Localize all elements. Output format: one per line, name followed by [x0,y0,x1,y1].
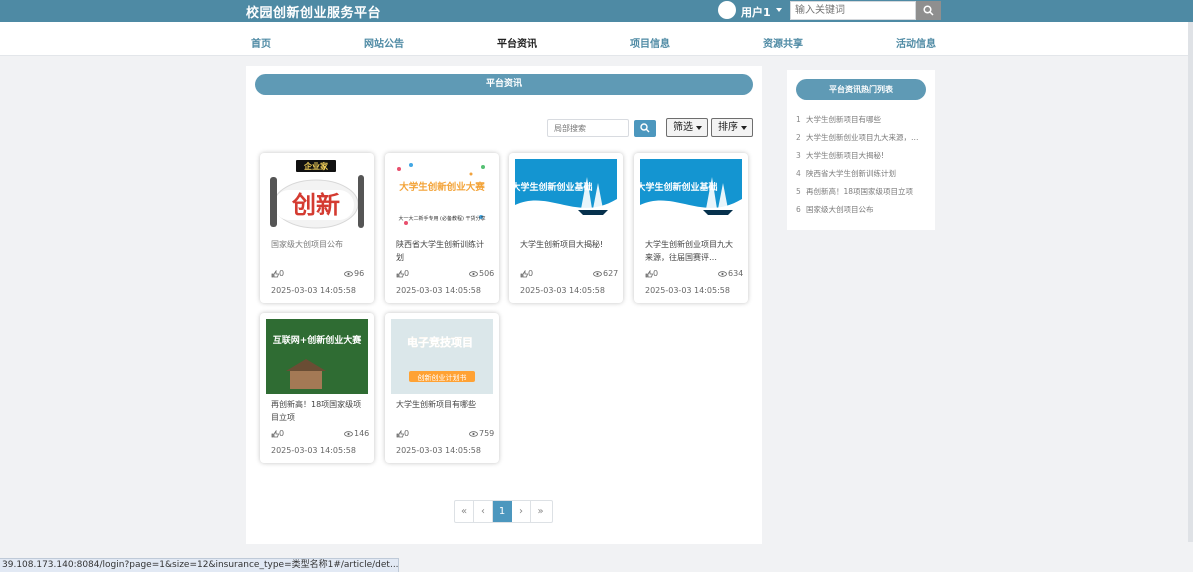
chevron-down-icon [696,126,702,130]
card-image-text: 大学生创新创业基础 [515,181,593,193]
card-image-caption: 创新创业计划书 [418,373,467,382]
news-card-date: 2025-03-03 14:05:58 [396,446,481,455]
pagination: « ‹ 1 › » [454,500,553,523]
chevron-down-icon [741,126,747,130]
nav-home[interactable]: 首页 [251,35,271,50]
news-card[interactable]: 大学生创新创业大赛 大一大二新手专用 (必备教程) 干货分享 陕西省大学生创新训… [385,153,499,303]
news-card[interactable]: 大学生创新创业基础 大学生创新项目大揭秘! 0 627 2025-03-03 1… [509,153,623,303]
hot-news-item[interactable]: 2大学生创新创业项目九大来源，往届国赛评… [796,132,922,146]
hot-news-item[interactable]: 4 陕西省大学生创新训练计划 [796,168,922,182]
filter-dropdown[interactable]: 筛选 [666,118,708,137]
news-list-panel: 平台资讯 筛选 排序 企业家 创新 国家级大创项目公布 0 [246,66,762,544]
user-menu-caret-icon[interactable] [776,8,782,12]
thumbs-up-icon[interactable] [520,270,528,278]
search-icon [923,5,934,16]
search-icon [640,123,650,133]
card-image-caption: 大一大二新手专用 (必备教程) 干货分享 [398,215,485,222]
news-card[interactable]: 企业家 创新 国家级大创项目公布 0 96 2025-03-03 14:05:5… [260,153,374,303]
news-card[interactable]: 电子竞技项目 创新创业计划书 大学生创新项目有哪些 0 759 2025-03-… [385,313,499,463]
view-count: 146 [354,429,370,438]
hot-news-sidebar: 平台资讯热门列表 1大学生创新项目有哪些 2大学生创新创业项目九大来源，往届国赛… [787,70,935,230]
news-card-date: 2025-03-03 14:05:58 [271,286,356,295]
view-count: 96 [354,269,365,278]
news-card[interactable]: 互联网+创新创业大赛 再创新高！18项国家级项目立项 0 146 2025-03… [260,313,374,463]
news-card-date: 2025-03-03 14:05:58 [271,446,356,455]
global-search-button[interactable] [916,1,941,20]
pagination-next[interactable]: › [512,501,531,522]
filter-label: 筛选 [673,122,693,133]
eye-icon [344,431,353,437]
local-search-button[interactable] [634,120,656,137]
hot-news-item[interactable]: 6 国家级大创项目公布 [796,204,922,218]
news-card-image: 大学生创新创业基础 [515,159,617,234]
hot-news-title: 平台资讯热门列表 [796,79,926,100]
news-card-date: 2025-03-03 14:05:58 [396,286,481,295]
card-image-badge: 企业家 [303,161,329,171]
news-card-date: 2025-03-03 14:05:58 [520,286,605,295]
eye-icon [593,271,602,277]
section-title: 平台资讯 [255,74,753,95]
news-card-image: 互联网+创新创业大赛 [266,319,368,394]
thumbs-up-icon[interactable] [396,270,404,278]
news-card-title: 大学生创新创业项目九大来源，往届国赛评… [645,240,733,262]
thumbs-up-icon[interactable] [645,270,653,278]
news-card-image: 大学生创新创业大赛 大一大二新手专用 (必备教程) 干货分享 [391,159,493,234]
news-card-title: 陕西省大学生创新训练计划 [396,240,484,262]
view-count: 506 [479,269,495,278]
news-card-title: 国家级大创项目公布 [271,240,343,249]
browser-status-url: 39.108.173.140:8084/login?page=1&size=12… [0,558,399,572]
news-card-date: 2025-03-03 14:05:58 [645,286,730,295]
eye-icon [718,271,727,277]
news-card-image: 大学生创新创业基础 [640,159,742,234]
nav-activity-info[interactable]: 活动信息 [896,35,936,50]
eye-icon [469,271,478,277]
like-count: 0 [404,269,410,278]
view-count: 634 [728,269,744,278]
main-navigation: 首页 网站公告 平台资讯 项目信息 资源共享 活动信息 [0,22,1193,56]
card-image-text: 互联网+创新创业大赛 [273,334,363,346]
eye-icon [469,431,478,437]
news-card-image: 企业家 创新 [266,159,368,234]
user-avatar[interactable] [718,1,736,19]
local-search-input[interactable] [547,119,629,137]
card-image-text: 大学生创新创业基础 [640,181,718,193]
like-count: 0 [279,269,285,278]
nav-resource-sharing[interactable]: 资源共享 [763,35,803,50]
pagination-first[interactable]: « [455,501,474,522]
top-bar: 校园创新创业服务平台 用户1 [0,0,1193,22]
like-count: 0 [279,429,285,438]
like-count: 0 [653,269,659,278]
view-count: 627 [603,269,619,278]
nav-announcements[interactable]: 网站公告 [364,35,404,50]
card-image-text: 电子竞技项目 [407,335,473,349]
news-card-title: 大学生创新项目有哪些 [396,400,476,409]
news-card-image: 电子竞技项目 创新创业计划书 [391,319,493,394]
nav-project-info[interactable]: 项目信息 [630,35,670,50]
page-scrollbar[interactable] [1188,22,1193,542]
card-image-text: 创新 [291,191,340,219]
like-count: 0 [528,269,534,278]
hot-news-item[interactable]: 3 大学生创新项目大揭秘! [796,150,922,164]
card-image-text: 大学生创新创业大赛 [399,181,485,193]
pagination-last[interactable]: » [531,501,550,522]
sort-label: 排序 [718,122,738,133]
news-card-title: 再创新高！18项国家级项目立项 [271,400,362,422]
thumbs-up-icon[interactable] [271,270,279,278]
global-search-input[interactable] [790,1,916,20]
nav-platform-news[interactable]: 平台资讯 [497,35,537,50]
sort-dropdown[interactable]: 排序 [711,118,753,137]
eye-icon [344,271,353,277]
pagination-current-page[interactable]: 1 [493,501,512,522]
hot-news-item[interactable]: 1 大学生创新项目有哪些 [796,114,922,128]
news-card-title: 大学生创新项目大揭秘! [520,240,604,249]
like-count: 0 [404,429,410,438]
news-card[interactable]: 大学生创新创业基础 大学生创新创业项目九大来源，往届国赛评… 0 634 202… [634,153,748,303]
user-name[interactable]: 用户1 [741,4,771,20]
site-title: 校园创新创业服务平台 [246,6,382,21]
thumbs-up-icon[interactable] [396,430,404,438]
pagination-prev[interactable]: ‹ [474,501,493,522]
view-count: 759 [479,429,495,438]
thumbs-up-icon[interactable] [271,430,279,438]
hot-news-item[interactable]: 5 再创新高！18项国家级项目立项 [796,186,922,200]
